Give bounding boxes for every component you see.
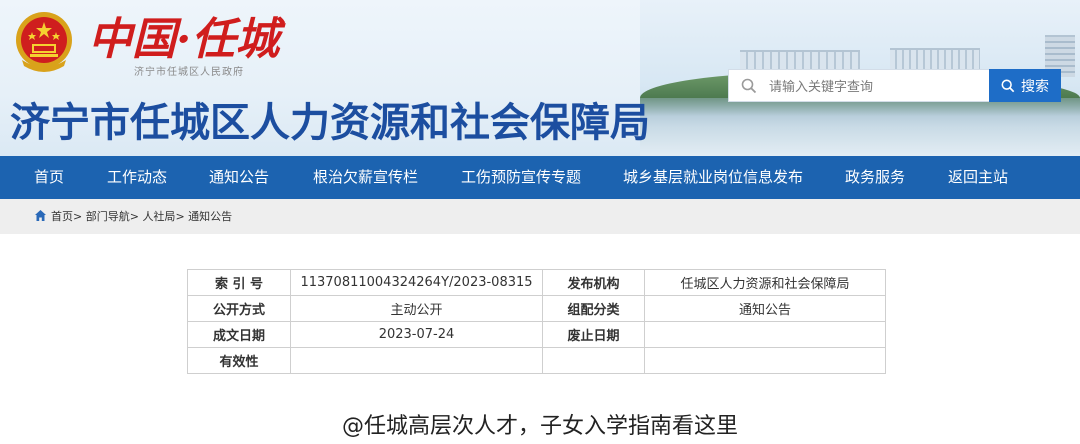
logo-text: 中国·任城: [88, 14, 286, 65]
breadcrumb-item-home[interactable]: 首页: [51, 210, 73, 223]
disclosure-method-label: 公开方式: [187, 295, 291, 322]
breadcrumb-item-dept-nav[interactable]: 部门导航: [86, 210, 130, 223]
nav-item-notices[interactable]: 通知公告: [209, 156, 269, 199]
validity-value: [290, 347, 543, 374]
nav-item-main-site[interactable]: 返回主站: [948, 156, 1008, 199]
table-row: 公开方式 主动公开 组配分类 通知公告: [187, 295, 886, 322]
category-value: 通知公告: [644, 295, 886, 322]
nav-item-jobs[interactable]: 城乡基层就业岗位信息发布: [623, 156, 803, 199]
search-input[interactable]: [767, 75, 986, 99]
site-header: 中国·任城 济宁市任城区人民政府 济宁市任城区人力资源和社会保障局 搜索: [0, 0, 1080, 156]
nav-item-injury-prevention[interactable]: 工伤预防宣传专题: [461, 156, 581, 199]
expiry-date-label: 废止日期: [542, 321, 645, 348]
written-date-value: 2023-07-24: [290, 321, 543, 348]
search-button-icon: [1001, 79, 1015, 92]
search-button-label: 搜索: [1021, 78, 1049, 95]
breadcrumb-separator: >: [73, 210, 83, 223]
main-nav: 首页 工作动态 通知公告 根治欠薪宣传栏 工伤预防宣传专题 城乡基层就业岗位信息…: [0, 156, 1080, 199]
breadcrumb: 首页> 部门导航> 人社局> 通知公告: [0, 199, 1080, 234]
index-number-label: 索 引 号: [187, 269, 291, 296]
national-emblem-icon: [16, 12, 72, 72]
publisher-label: 发布机构: [542, 269, 645, 296]
table-row: 成文日期 2023-07-24 废止日期: [187, 321, 886, 348]
gov-name: 济宁市任城区人民政府: [134, 67, 244, 78]
nav-item-home[interactable]: 首页: [34, 156, 64, 199]
nav-item-gov-services[interactable]: 政务服务: [845, 156, 905, 199]
table-row: 有效性: [187, 347, 886, 374]
breadcrumb-separator: >: [129, 210, 139, 223]
search-button[interactable]: 搜索: [989, 69, 1061, 102]
category-label: 组配分类: [542, 295, 645, 322]
validity-label: 有效性: [187, 347, 291, 374]
written-date-label: 成文日期: [187, 321, 291, 348]
breadcrumb-separator: >: [175, 210, 185, 223]
empty-cell: [644, 347, 886, 374]
article-title: @任城高层次人才，子女入学指南看这里: [341, 414, 738, 439]
empty-cell: [542, 347, 645, 374]
table-row: 索 引 号 11370811004324264Y/2023-08315 发布机构…: [187, 269, 886, 296]
document-info-table: 索 引 号 11370811004324264Y/2023-08315 发布机构…: [187, 269, 886, 374]
breadcrumb-trail: 首页> 部门导航> 人社局> 通知公告: [51, 199, 232, 234]
index-number-value: 11370811004324264Y/2023-08315: [290, 269, 543, 296]
magnifier-icon: [741, 78, 757, 94]
zhongguo-rencheng-logo: 中国·任城: [88, 14, 286, 65]
expiry-date-value: [644, 321, 886, 348]
breadcrumb-item-notices[interactable]: 通知公告: [188, 210, 232, 223]
breadcrumb-item-hrss[interactable]: 人社局: [142, 210, 175, 223]
nav-item-wage-arrears[interactable]: 根治欠薪宣传栏: [313, 156, 418, 199]
home-icon: [35, 210, 46, 221]
site-title: 济宁市任城区人力资源和社会保障局: [10, 100, 650, 146]
nav-item-work-news[interactable]: 工作动态: [107, 156, 167, 199]
disclosure-method-value: 主动公开: [290, 295, 543, 322]
publisher-value: 任城区人力资源和社会保障局: [644, 269, 886, 296]
search-box: [728, 69, 990, 102]
